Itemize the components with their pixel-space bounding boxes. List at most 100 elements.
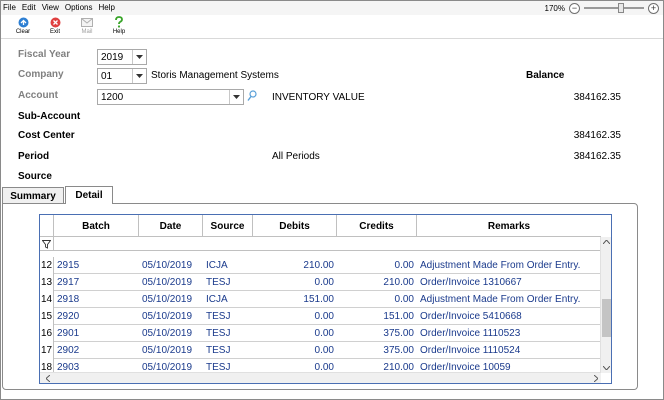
cell-batch: 2920: [57, 310, 80, 322]
tab-detail[interactable]: Detail: [65, 186, 113, 204]
row-number: 13: [40, 273, 54, 291]
cell-credits: 0.00: [394, 293, 414, 305]
chevron-down-icon[interactable]: [229, 90, 243, 104]
chevron-down-icon[interactable]: [132, 69, 146, 83]
cell-debits: 151.00: [303, 293, 334, 305]
scroll-right-icon[interactable]: [590, 373, 601, 383]
row-number: 14: [40, 290, 54, 308]
zoom-slider-thumb[interactable]: [618, 3, 624, 13]
fiscal-year-select[interactable]: 2019: [97, 49, 147, 65]
tab-summary[interactable]: Summary: [2, 187, 64, 204]
chevron-down-icon[interactable]: [132, 50, 146, 64]
zoom-out-icon[interactable]: −: [569, 2, 580, 14]
cell-batch: 2901: [57, 327, 80, 339]
column-header-source[interactable]: Source: [203, 215, 253, 237]
period-label: Period: [18, 151, 50, 162]
cell-date: 05/10/2019: [142, 293, 193, 305]
mail-icon: [81, 16, 93, 28]
cell-source: ICJA: [206, 259, 228, 271]
cell-date: 05/10/2019: [142, 344, 193, 356]
horizontal-scrollbar[interactable]: [40, 372, 601, 383]
column-header-date[interactable]: Date: [139, 215, 203, 237]
sub-account-label: Sub-Account: [18, 111, 81, 122]
help-label: Help: [112, 29, 126, 35]
clear-button[interactable]: Clear: [7, 15, 39, 39]
menubar: File Edit View Options Help 170% − +: [1, 1, 663, 15]
filter-row[interactable]: [40, 237, 601, 251]
cell-remarks: Order/Invoice 1110524: [420, 344, 521, 356]
zoom-slider[interactable]: [584, 3, 644, 13]
scroll-up-icon[interactable]: [601, 237, 611, 247]
vertical-scrollbar[interactable]: [600, 237, 611, 373]
scroll-down-icon[interactable]: [601, 363, 611, 373]
exit-button[interactable]: Exit: [39, 15, 71, 39]
menu-edit[interactable]: Edit: [22, 1, 36, 15]
cell-credits: 375.00: [383, 344, 414, 356]
company-select[interactable]: 01: [97, 68, 147, 84]
help-icon: [113, 16, 125, 28]
cell-batch: 2917: [57, 276, 80, 288]
menu-view[interactable]: View: [42, 1, 59, 15]
cell-debits: 210.00: [303, 259, 334, 271]
grid-rows: 12 2915 05/10/2019 ICJA 210.00 0.00 Adju…: [40, 256, 601, 376]
cell-remarks: Order/Invoice 1310667: [420, 276, 522, 288]
cell-batch: 2915: [57, 259, 80, 271]
cell-date: 05/10/2019: [142, 276, 193, 288]
app-window: File Edit View Options Help 170% − + Cle…: [0, 0, 664, 400]
account-label: Account: [18, 90, 58, 101]
account-value: 1200: [101, 91, 124, 103]
cell-credits: 0.00: [394, 259, 414, 271]
lookup-icon[interactable]: [247, 90, 257, 105]
cell-debits: 0.00: [314, 310, 334, 322]
table-row[interactable]: 14 2918 05/10/2019 ICJA 151.00 0.00 Adju…: [40, 290, 601, 308]
cell-debits: 0.00: [314, 327, 334, 339]
column-header-batch[interactable]: Batch: [54, 215, 139, 237]
cell-remarks: Order/Invoice 1110523: [420, 327, 521, 339]
grid-header: Batch Date Source Debits Credits Remarks: [40, 215, 601, 237]
column-header-remarks[interactable]: Remarks: [417, 215, 601, 237]
cell-date: 05/10/2019: [142, 310, 193, 322]
cell-credits: 151.00: [383, 310, 414, 322]
table-row[interactable]: 17 2902 05/10/2019 TESJ 0.00 375.00 Orde…: [40, 341, 601, 359]
table-row[interactable]: 16 2901 05/10/2019 TESJ 0.00 375.00 Orde…: [40, 324, 601, 342]
row-number: 16: [40, 324, 54, 342]
detail-grid: Batch Date Source Debits Credits Remarks…: [39, 214, 612, 384]
account-select[interactable]: 1200: [97, 89, 244, 105]
fiscal-year-value: 2019: [101, 51, 124, 63]
zoom-in-icon[interactable]: +: [648, 2, 659, 14]
table-row[interactable]: 13 2917 05/10/2019 TESJ 0.00 210.00 Orde…: [40, 273, 601, 291]
help-button[interactable]: Help: [103, 15, 135, 39]
account-balance: 384162.35: [573, 92, 621, 103]
cell-source: TESJ: [206, 344, 231, 356]
cell-source: TESJ: [206, 327, 231, 339]
table-row[interactable]: 15 2920 05/10/2019 TESJ 0.00 151.00 Orde…: [40, 307, 601, 325]
menu-options[interactable]: Options: [65, 1, 93, 15]
company-label: Company: [18, 69, 64, 80]
filter-icon[interactable]: [40, 237, 54, 251]
zoom-level: 170%: [544, 3, 565, 13]
toolbar: Clear Exit Mail Help: [1, 15, 663, 39]
source-label: Source: [18, 171, 52, 182]
cell-date: 05/10/2019: [142, 327, 193, 339]
menu-help[interactable]: Help: [98, 1, 114, 15]
cell-remarks: Adjustment Made From Order Entry.: [420, 259, 581, 271]
column-header-credits[interactable]: Credits: [337, 215, 417, 237]
mail-label: Mail: [81, 29, 93, 35]
vertical-scroll-thumb[interactable]: [602, 299, 611, 337]
scroll-left-icon[interactable]: [42, 373, 53, 383]
period-balance: 384162.35: [573, 151, 621, 162]
cell-credits: 210.00: [383, 276, 414, 288]
mail-button[interactable]: Mail: [71, 15, 103, 39]
cell-debits: 0.00: [314, 276, 334, 288]
column-header-debits[interactable]: Debits: [253, 215, 337, 237]
fiscal-year-label: Fiscal Year: [18, 49, 71, 60]
cell-credits: 375.00: [383, 327, 414, 339]
cell-batch: 2918: [57, 293, 80, 305]
menu-file[interactable]: File: [3, 1, 16, 15]
cell-source: TESJ: [206, 276, 231, 288]
exit-icon: [49, 16, 61, 28]
cell-remarks: Order/Invoice 5410668: [420, 310, 522, 322]
cell-debits: 0.00: [314, 344, 334, 356]
table-row[interactable]: 12 2915 05/10/2019 ICJA 210.00 0.00 Adju…: [40, 256, 601, 274]
clear-label: Clear: [15, 29, 31, 35]
